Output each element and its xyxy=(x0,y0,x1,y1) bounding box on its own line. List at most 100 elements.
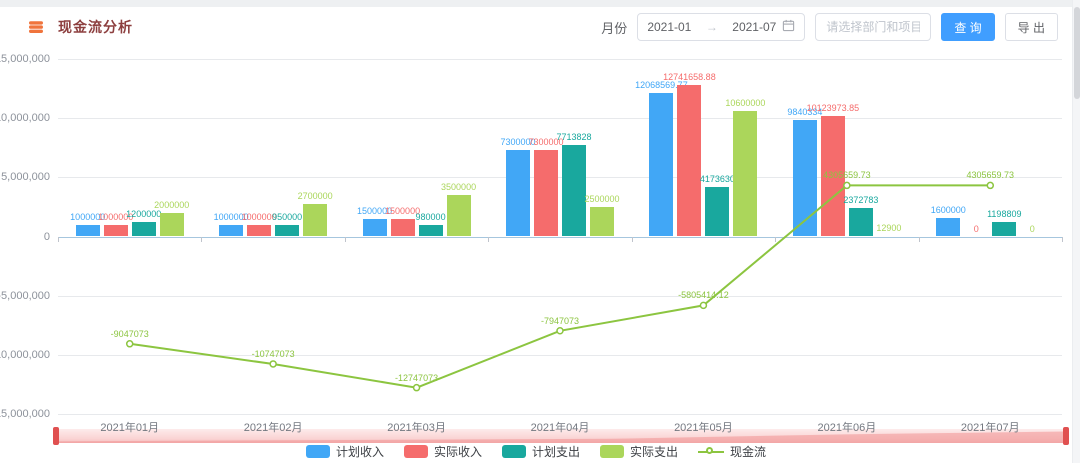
bar-计划收入[interactable] xyxy=(363,219,387,237)
line-point[interactable] xyxy=(414,385,420,391)
bar-实际支出[interactable] xyxy=(160,213,184,237)
x-axis-category-label: 2021年07月 xyxy=(961,419,1020,435)
bar-value-label: 2700000 xyxy=(298,191,333,201)
bar-value-label: 1200000 xyxy=(126,209,161,219)
bar-计划支出[interactable] xyxy=(849,208,873,236)
bar-实际支出[interactable] xyxy=(303,204,327,236)
datazoom-right-handle[interactable] xyxy=(1063,427,1069,445)
bar-计划支出[interactable] xyxy=(275,225,299,236)
cash-flow-chart: 15,000,000 10,000,000 5,000,000 0 -5,000,000… xyxy=(0,0,1080,463)
x-axis-category-label: 2021年02月 xyxy=(244,419,303,435)
bar-value-label: 10600000 xyxy=(725,98,765,108)
x-axis-tick xyxy=(345,237,346,242)
line-value-label: -10747073 xyxy=(252,349,295,359)
line-value-label: 4305659.73 xyxy=(967,170,1015,180)
bar-实际收入[interactable] xyxy=(104,225,128,237)
bar-实际支出[interactable] xyxy=(447,195,471,237)
bar-value-label: 7713828 xyxy=(556,132,591,142)
bar-value-label: 3500000 xyxy=(441,182,476,192)
bar-value-label: 2500000 xyxy=(584,194,619,204)
month-label: 月份 xyxy=(601,18,627,37)
bar-value-label: 0 xyxy=(974,224,979,234)
bar-计划支出[interactable] xyxy=(705,187,729,236)
bar-value-label: 1600000 xyxy=(931,205,966,215)
y-axis-tick-label: 5,000,000 xyxy=(0,171,50,183)
bar-value-label: 1198809 xyxy=(987,209,1021,219)
y-axis-tick-label: -5,000,000 xyxy=(0,290,50,302)
bar-value-label: 12900 xyxy=(876,223,901,233)
y-axis-tick-label: 0 xyxy=(0,231,50,243)
bar-计划收入[interactable] xyxy=(649,93,673,236)
query-button[interactable]: 查 询 xyxy=(941,13,994,41)
bar-计划收入[interactable] xyxy=(506,150,530,237)
bar-计划支出[interactable] xyxy=(992,222,1016,236)
line-point[interactable] xyxy=(557,328,563,334)
bar-计划收入[interactable] xyxy=(76,225,100,237)
gridline xyxy=(58,296,1062,297)
x-axis-tick xyxy=(919,237,920,242)
bar-计划支出[interactable] xyxy=(419,225,443,237)
export-button[interactable]: 导 出 xyxy=(1005,13,1058,41)
page-header: 现金流分析 月份 2021-01 → 2021-07 查 询 导 出 xyxy=(0,7,1072,47)
x-axis-category-label: 2021年04月 xyxy=(531,419,590,435)
y-axis-tick-label: -15,000,000 xyxy=(0,408,50,420)
bar-计划收入[interactable] xyxy=(219,225,243,237)
bar-计划支出[interactable] xyxy=(132,222,156,236)
header-controls: 月份 2021-01 → 2021-07 查 询 导 出 xyxy=(601,13,1058,41)
bar-实际收入[interactable] xyxy=(247,225,271,237)
bar-实际支出[interactable] xyxy=(733,111,757,237)
bar-value-label: 2372783 xyxy=(843,195,878,205)
x-axis-tick xyxy=(632,237,633,242)
line-value-label: -5805414.12 xyxy=(678,290,729,300)
date-end[interactable]: 2021-07 xyxy=(732,20,776,34)
department-project-input[interactable] xyxy=(815,13,931,41)
x-axis-line xyxy=(58,237,1062,238)
x-axis-tick xyxy=(201,237,202,242)
bar-value-label: 950000 xyxy=(272,212,302,222)
line-point[interactable] xyxy=(270,361,276,367)
datazoom-left-handle[interactable] xyxy=(53,427,59,445)
date-start[interactable]: 2021-01 xyxy=(647,20,691,34)
x-axis-tick xyxy=(1062,237,1063,242)
line-value-label: -12747073 xyxy=(395,373,438,383)
line-point[interactable] xyxy=(987,182,993,188)
line-point[interactable] xyxy=(127,341,133,347)
date-range-arrow: → xyxy=(697,20,726,34)
gridline xyxy=(58,355,1062,356)
gridline xyxy=(58,118,1062,119)
x-axis-category-label: 2021年01月 xyxy=(100,419,159,435)
line-point[interactable] xyxy=(700,302,706,308)
date-range-picker[interactable]: 2021-01 → 2021-07 xyxy=(637,13,805,41)
bar-计划收入[interactable] xyxy=(793,120,817,237)
bar-value-label: 4173630 xyxy=(700,174,735,184)
x-axis-tick xyxy=(775,237,776,242)
bar-value-label: 0 xyxy=(1030,224,1035,234)
bar-value-label: 10123973.85 xyxy=(807,103,860,113)
line-value-label: 4305659.73 xyxy=(823,170,871,180)
bar-value-label: 12741658.88 xyxy=(663,72,716,82)
bar-实际收入[interactable] xyxy=(677,85,701,236)
bar-计划支出[interactable] xyxy=(562,145,586,236)
y-axis-tick-label: -10,000,000 xyxy=(0,349,50,361)
bar-实际支出[interactable] xyxy=(590,207,614,237)
gridline xyxy=(58,414,1062,415)
page-title: 现金流分析 xyxy=(58,17,133,37)
bar-value-label: 980000 xyxy=(416,212,446,222)
bar-实际收入[interactable] xyxy=(391,219,415,237)
x-axis-category-label: 2021年05月 xyxy=(674,419,733,435)
gridline xyxy=(58,177,1062,178)
coins-icon xyxy=(28,19,44,35)
y-axis-tick-label: 10,000,000 xyxy=(0,112,50,124)
line-value-label: -9047073 xyxy=(111,329,149,339)
cash-flow-analysis-page: 现金流分析 月份 2021-01 → 2021-07 查 询 导 出 xyxy=(0,0,1080,463)
bar-value-label: 2000000 xyxy=(154,200,189,210)
bar-实际收入[interactable] xyxy=(534,150,558,237)
gridline xyxy=(58,59,1062,60)
x-axis-category-label: 2021年03月 xyxy=(387,419,446,435)
line-value-label: -7947073 xyxy=(541,316,579,326)
scrollbar-thumb[interactable] xyxy=(1074,7,1080,99)
vertical-scrollbar[interactable] xyxy=(1072,0,1080,463)
bar-计划收入[interactable] xyxy=(936,218,960,237)
x-axis-tick xyxy=(58,237,59,242)
y-axis-tick-label: 15,000,000 xyxy=(0,53,50,65)
